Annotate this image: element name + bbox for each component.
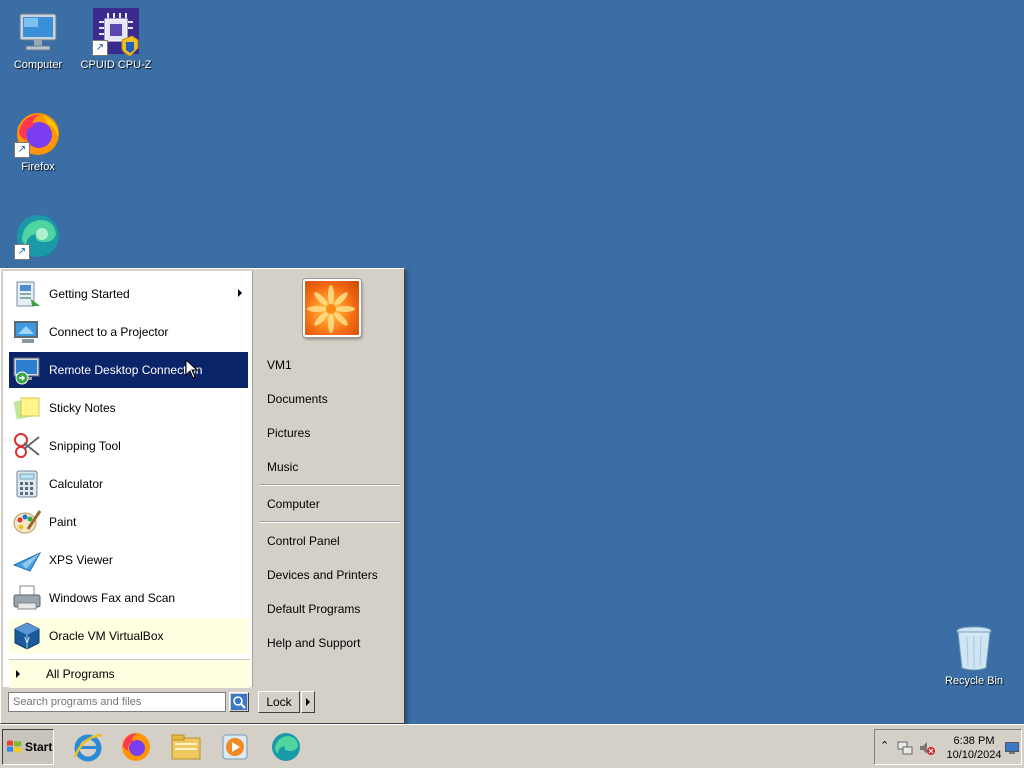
program-label: Paint xyxy=(49,515,77,529)
projector-icon xyxy=(12,317,42,347)
program-label: Calculator xyxy=(49,477,104,491)
remote-desktop-icon xyxy=(12,355,42,385)
network-icon[interactable] xyxy=(897,740,913,756)
edge-icon: ↗ xyxy=(14,212,62,260)
all-programs-button[interactable]: All Programs xyxy=(9,659,250,688)
show-desktop-icon[interactable] xyxy=(1005,742,1019,754)
snipping-tool-icon xyxy=(12,431,42,461)
search-input[interactable] xyxy=(8,692,226,712)
desktop-icon-edge[interactable]: ↗ xyxy=(0,212,76,263)
separator xyxy=(259,484,400,486)
shutdown-options-arrow-button[interactable] xyxy=(301,691,315,713)
desktop-icon-firefox[interactable]: ↗ Firefox xyxy=(0,110,76,173)
program-getting-started[interactable]: Getting Started xyxy=(9,276,248,312)
link-control-panel[interactable]: Control Panel xyxy=(267,534,340,548)
link-devices-printers[interactable]: Devices and Printers xyxy=(267,568,378,582)
all-programs-label: All Programs xyxy=(46,667,115,681)
separator xyxy=(259,521,400,523)
expand-arrow-icon xyxy=(16,670,20,678)
start-label: Start xyxy=(25,740,53,754)
program-fax-scan[interactable]: Windows Fax and Scan xyxy=(9,580,248,616)
desktop-icon-label: Firefox xyxy=(21,161,55,173)
desktop-icon-label: Computer xyxy=(13,59,63,71)
program-label: Snipping Tool xyxy=(49,439,121,453)
recycle-bin-icon xyxy=(950,624,998,672)
program-label: Oracle VM VirtualBox xyxy=(49,629,164,643)
taskbar: Start ⌃ 6:38 PM 10/10/2024 xyxy=(0,724,1024,768)
shortcut-arrow-icon: ↗ xyxy=(92,40,108,56)
link-documents[interactable]: Documents xyxy=(267,392,328,406)
calculator-icon xyxy=(12,469,42,499)
program-calculator[interactable]: Calculator xyxy=(9,466,248,502)
programs-pane: Getting Started Connect to a Projector R… xyxy=(3,271,253,688)
flower-icon xyxy=(307,285,355,333)
start-menu: Getting Started Connect to a Projector R… xyxy=(0,268,405,724)
shortcut-arrow-icon: ↗ xyxy=(14,244,30,260)
edge-taskbar-icon[interactable] xyxy=(270,731,302,763)
desktop-icon-recycle-bin[interactable]: Recycle Bin xyxy=(936,624,1012,687)
user-picture-avatar[interactable] xyxy=(303,279,361,337)
fax-scan-icon xyxy=(12,583,42,613)
xps-viewer-icon xyxy=(12,545,42,575)
places-pane: VM1 Documents Pictures Music Computer Co… xyxy=(255,271,402,687)
desktop-icon-cpuz[interactable]: ↗ CPUID CPU-Z xyxy=(78,8,154,71)
search-button[interactable] xyxy=(229,692,249,712)
link-music[interactable]: Music xyxy=(267,460,298,474)
shortcut-arrow-icon: ↗ xyxy=(14,142,30,158)
search-icon xyxy=(231,694,247,710)
link-pictures[interactable]: Pictures xyxy=(267,426,310,440)
volume-muted-icon[interactable] xyxy=(919,740,935,756)
link-help-support[interactable]: Help and Support xyxy=(267,636,360,650)
getting-started-icon xyxy=(12,279,42,309)
firefox-taskbar-icon[interactable] xyxy=(120,731,152,763)
program-label: Sticky Notes xyxy=(49,401,116,415)
firefox-icon: ↗ xyxy=(14,110,62,158)
link-default-programs[interactable]: Default Programs xyxy=(267,602,360,616)
program-label: Connect to a Projector xyxy=(49,325,169,339)
windows-logo-icon xyxy=(7,740,21,753)
program-snipping-tool[interactable]: Snipping Tool xyxy=(9,428,248,464)
internet-explorer-icon[interactable] xyxy=(72,731,104,763)
clock-time: 6:38 PM xyxy=(953,735,995,747)
virtualbox-icon: V xyxy=(12,621,42,651)
show-hidden-icons-chevron-icon[interactable]: ⌃ xyxy=(880,739,889,752)
link-computer[interactable]: Computer xyxy=(267,497,320,511)
start-button[interactable]: Start xyxy=(2,729,54,765)
program-virtualbox[interactable]: V Oracle VM VirtualBox xyxy=(9,618,248,654)
computer-icon xyxy=(14,8,62,56)
program-label: Remote Desktop Connection xyxy=(49,363,203,377)
program-sticky-notes[interactable]: Sticky Notes xyxy=(9,390,248,426)
clock-date: 10/10/2024 xyxy=(946,749,1002,761)
program-remote-desktop[interactable]: Remote Desktop Connection xyxy=(9,352,248,388)
notification-area: ⌃ 6:38 PM 10/10/2024 xyxy=(874,729,1022,765)
desktop-icon-label: CPUID CPU-Z xyxy=(80,59,152,71)
cpu-z-icon: ↗ xyxy=(92,8,140,57)
clock[interactable]: 6:38 PM 10/10/2024 xyxy=(941,734,1007,762)
program-label: XPS Viewer xyxy=(49,553,113,567)
program-connect-projector[interactable]: Connect to a Projector xyxy=(9,314,248,350)
link-user-vm1[interactable]: VM1 xyxy=(267,358,292,372)
program-xps-viewer[interactable]: XPS Viewer xyxy=(9,542,248,578)
desktop-icon-label: Recycle Bin xyxy=(944,675,1004,687)
program-label: Getting Started xyxy=(49,287,130,301)
sticky-notes-icon xyxy=(12,393,42,423)
desktop-icon-computer[interactable]: Computer xyxy=(0,8,76,71)
program-label: Windows Fax and Scan xyxy=(49,591,176,605)
file-explorer-icon[interactable] xyxy=(170,731,202,763)
submenu-arrow-icon xyxy=(238,289,242,297)
media-player-icon[interactable] xyxy=(220,731,252,763)
paint-icon xyxy=(12,507,42,537)
lock-button[interactable]: Lock xyxy=(258,691,300,713)
svg-text:V: V xyxy=(24,636,30,645)
program-paint[interactable]: Paint xyxy=(9,504,248,540)
